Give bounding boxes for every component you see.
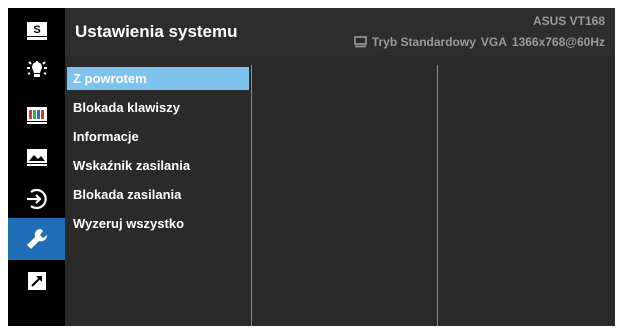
sidebar-item-input-select[interactable] (8, 178, 65, 220)
menu-item-back[interactable]: Z powrotem (67, 67, 249, 90)
sidebar-item-system-setup[interactable] (8, 218, 65, 260)
monitor-icon (354, 36, 367, 48)
resolution-label: 1366x768@60Hz (511, 35, 605, 49)
input-select-icon (26, 188, 47, 210)
menu-item-power-lock[interactable]: Blokada zasilania (67, 183, 249, 206)
color-icon (26, 107, 47, 124)
sidebar-item-brightness[interactable] (8, 52, 65, 94)
splendid-icon: S (26, 22, 47, 40)
column-divider (437, 65, 438, 326)
brightness-icon (26, 61, 47, 77)
input-label: VGA (480, 35, 507, 49)
menu-list: Z powrotem Blokada klawiszy Informacje W… (65, 55, 251, 326)
sidebar-item-color[interactable] (8, 94, 65, 136)
sidebar-item-splendid[interactable]: S (8, 10, 65, 52)
status-bar: Tryb Standardowy VGA 1366x768@60Hz (354, 35, 605, 49)
content-panel: Z powrotem Blokada klawiszy Informacje W… (65, 55, 615, 326)
monitor-model: ASUS VT168 (532, 14, 605, 28)
menu-item-power-indicator[interactable]: Wskaźnik zasilania (67, 154, 249, 177)
column-divider (251, 65, 252, 326)
menu-item-key-lock[interactable]: Blokada klawiszy (67, 96, 249, 119)
system-setup-icon (26, 228, 47, 249)
sidebar-item-shortcut[interactable] (8, 260, 65, 302)
splendid-icon-label: S (33, 24, 40, 36)
mode-label: Tryb Standardowy (371, 35, 476, 49)
osd-window: S Ustawienia systemu ASUS VT168 Tryb Sta… (8, 8, 615, 326)
shortcut-icon (27, 272, 46, 290)
sidebar: S (8, 8, 65, 326)
image-icon (26, 149, 47, 166)
page-title: Ustawienia systemu (75, 22, 238, 41)
header-bar: Ustawienia systemu ASUS VT168 Tryb Stand… (65, 8, 615, 55)
sidebar-item-image[interactable] (8, 136, 65, 178)
menu-item-reset-all[interactable]: Wyzeruj wszystko (67, 212, 249, 235)
menu-item-information[interactable]: Informacje (67, 125, 249, 148)
